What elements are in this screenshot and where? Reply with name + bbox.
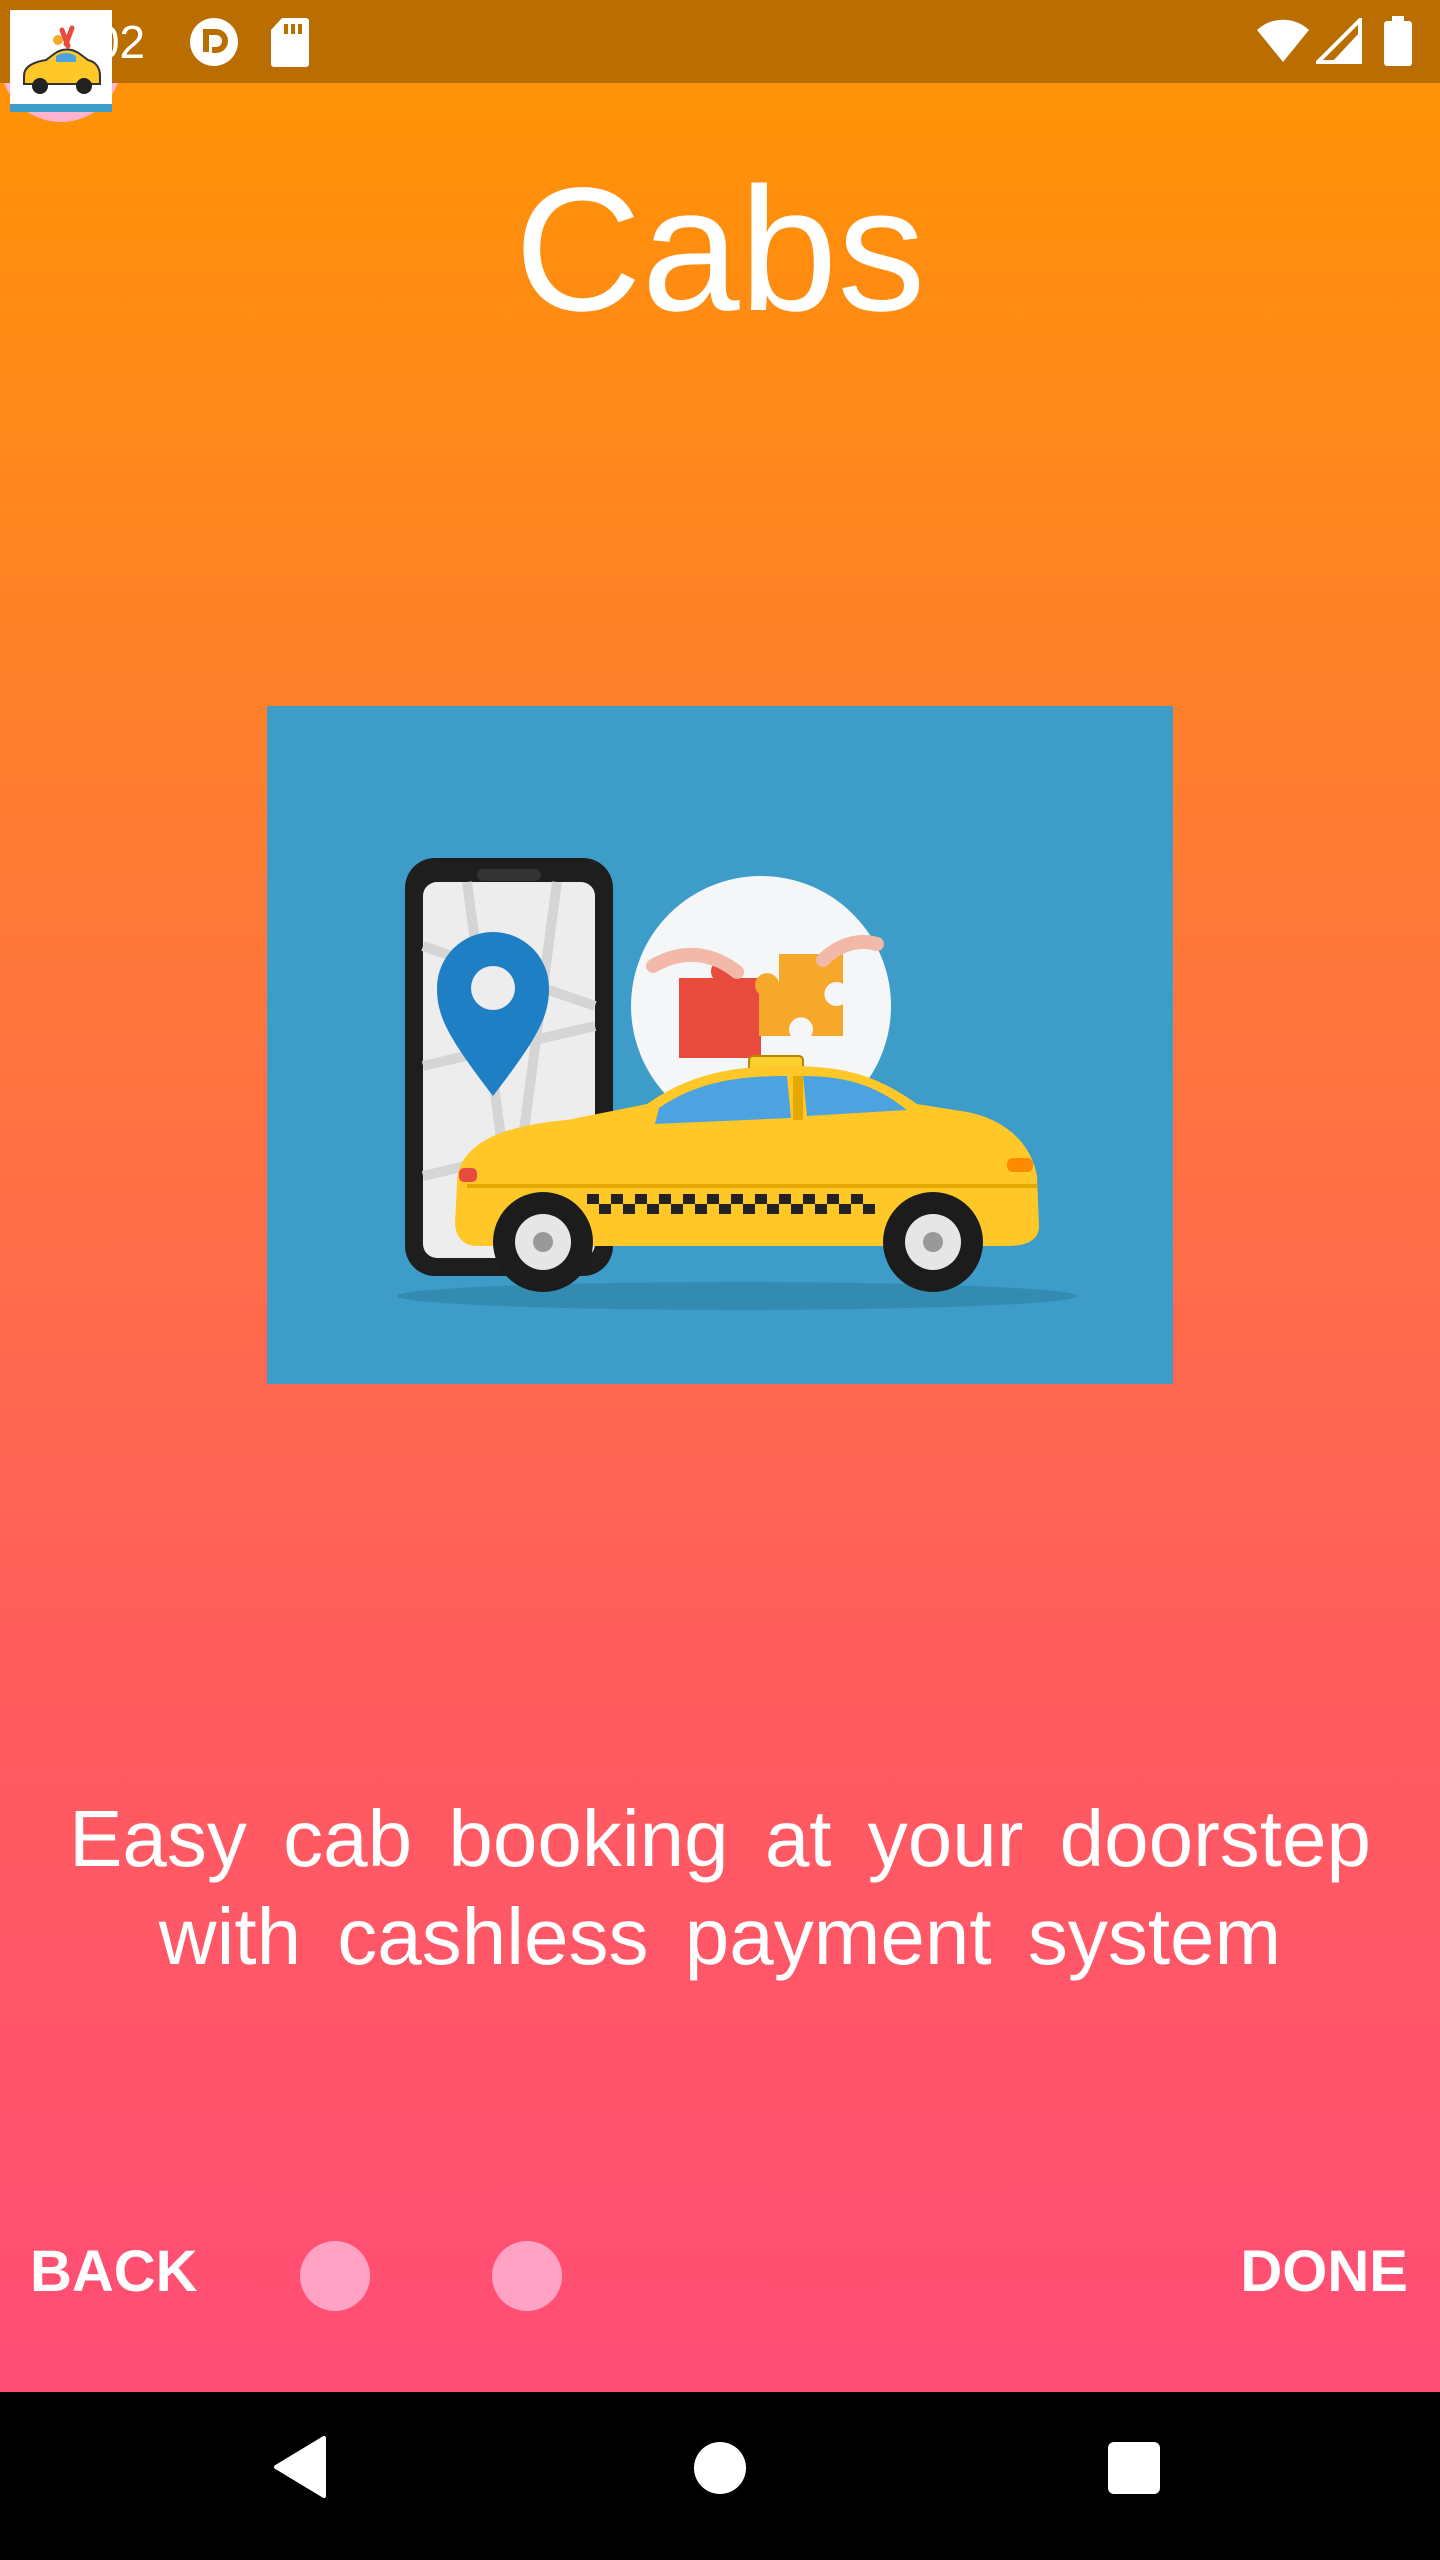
slide-description: Easy cab booking at your doorstep with c… <box>69 1794 1371 1981</box>
page-indicator-3-active[interactable] <box>0 0 122 122</box>
taxi-booking-illustration <box>267 706 1173 1384</box>
home-circle-icon[interactable] <box>690 2438 750 2498</box>
done-button[interactable]: DONE <box>1240 2232 1408 2312</box>
battery-icon <box>1384 16 1412 66</box>
wifi-icon <box>1257 19 1309 62</box>
back-button[interactable]: BACK <box>30 2232 198 2312</box>
back-triangle-icon[interactable] <box>270 2434 330 2500</box>
recents-square-icon[interactable] <box>1106 2440 1162 2496</box>
status-bar: 12:02 <box>0 0 1440 83</box>
onboarding-screen: 12:02 Cabs <box>0 0 1440 2560</box>
pocket-casts-icon <box>190 18 238 66</box>
page-indicator-2[interactable] <box>492 2241 562 2311</box>
signal-icon <box>1316 18 1362 64</box>
slide-title: Cabs <box>514 152 926 348</box>
sd-card-icon <box>271 18 309 67</box>
system-navigation-bar <box>0 2392 1440 2560</box>
taxi-thumbnail-icon <box>10 10 112 112</box>
page-indicator-1[interactable] <box>300 2241 370 2311</box>
